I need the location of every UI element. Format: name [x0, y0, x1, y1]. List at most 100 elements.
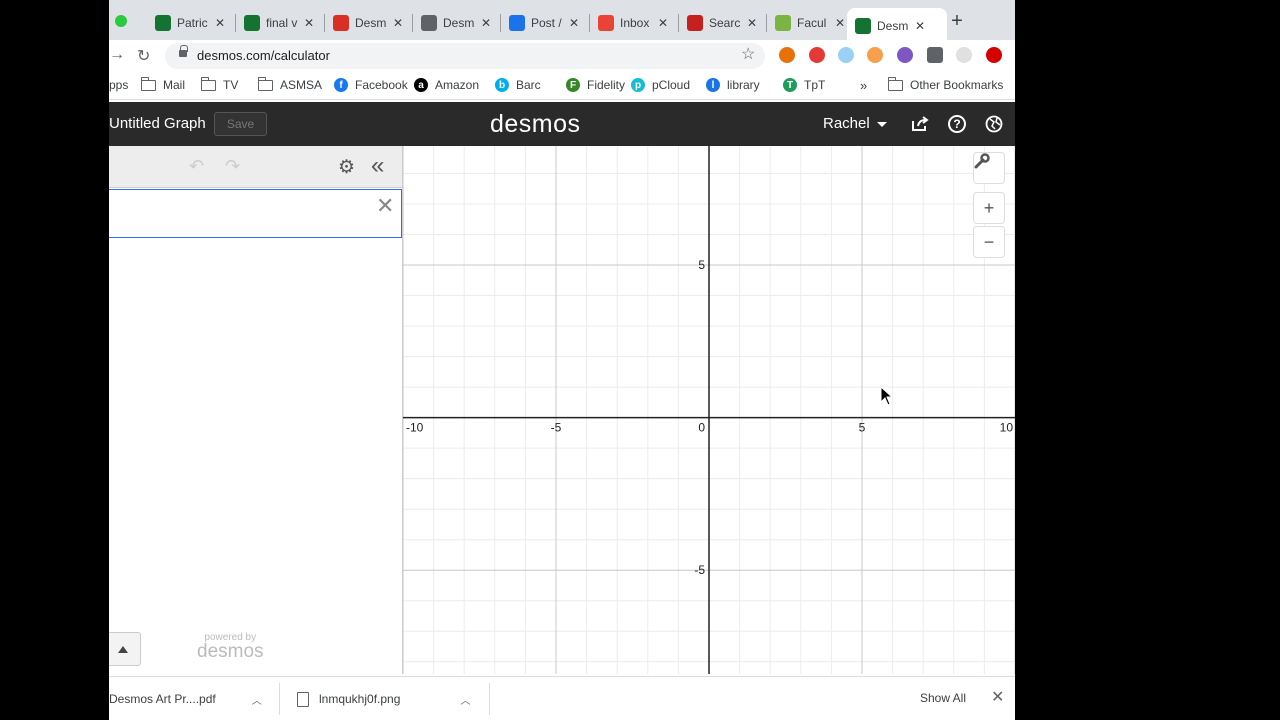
forward-arrow-icon[interactable]: →: [109, 46, 125, 64]
close-tab-icon[interactable]: ✕: [215, 16, 225, 30]
favicon-icon: [244, 15, 260, 31]
undo-icon[interactable]: ↶: [189, 156, 204, 177]
url-text[interactable]: desmos.com/calculator: [197, 48, 330, 63]
x-tick-label: 0: [698, 421, 705, 435]
browser-tab[interactable]: Inbox ✕: [590, 8, 676, 38]
close-tab-icon[interactable]: ✕: [658, 16, 668, 30]
desmos-header: Untitled Graph Save desmos Rachel ?: [109, 102, 1015, 146]
help-icon[interactable]: ?: [948, 115, 966, 133]
opera-extension-icon[interactable]: [809, 47, 825, 63]
download-item[interactable]: Desmos Art Pr....pdf ︿: [109, 677, 262, 720]
bookmark-item[interactable]: a Amazon: [414, 78, 479, 92]
tab-strip: Patric ✕ final v ✕ Desm ✕ Desm ✕ Post / ✕ Inbox ✕ Se…: [109, 0, 1015, 44]
favicon-icon: [598, 15, 614, 31]
chevron-up-icon[interactable]: ︿: [460, 692, 470, 707]
site-favicon-icon: F: [566, 78, 580, 92]
y-tick-label: -5: [694, 563, 705, 577]
bookmark-item[interactable]: ASMSA: [257, 76, 322, 92]
site-favicon-icon: l: [706, 78, 720, 92]
close-tab-icon[interactable]: ✕: [481, 16, 491, 30]
close-tab-icon[interactable]: ✕: [569, 16, 579, 30]
gear-icon[interactable]: ⚙: [338, 156, 355, 179]
folder-icon: [257, 76, 273, 91]
keypad-toggle-button[interactable]: [109, 632, 141, 666]
favicon-icon: [775, 15, 791, 31]
omnibox[interactable]: desmos.com/calculator: [165, 43, 765, 69]
user-menu[interactable]: Rachel: [823, 115, 887, 132]
window-zoom-button[interactable]: [115, 15, 127, 27]
browser-tab[interactable]: final v ✕: [236, 8, 322, 38]
graph-canvas[interactable]: -10 -5 0 5 10 5 -5: [403, 146, 1015, 674]
profile-avatar-icon[interactable]: [956, 47, 972, 63]
reload-icon[interactable]: ↻: [137, 46, 150, 66]
favicon-icon: [855, 18, 871, 34]
share-icon[interactable]: [910, 114, 930, 134]
close-tab-icon[interactable]: ✕: [835, 16, 845, 30]
lock-icon: [179, 45, 188, 59]
expression-input[interactable]: ✕: [109, 189, 402, 238]
bookmark-item[interactable]: T TpT: [783, 78, 825, 92]
folder-icon: [200, 76, 216, 91]
browser-tab[interactable]: Desm ✕: [847, 8, 947, 44]
globe-icon[interactable]: [984, 114, 1004, 134]
favicon-icon: [155, 15, 171, 31]
bookmark-item[interactable]: Mail: [140, 76, 185, 92]
x-tick-label: 10: [1000, 421, 1014, 435]
more-bookmarks-button[interactable]: »: [860, 78, 867, 93]
browser-tab[interactable]: Searc ✕: [679, 8, 765, 38]
browser-tab[interactable]: Desm ✕: [413, 8, 499, 38]
favicon-icon: [509, 15, 525, 31]
close-icon[interactable]: ✕: [991, 687, 1004, 707]
graph-paper[interactable]: -10 -5 0 5 10 5 -5 + −: [403, 146, 1015, 674]
zoom-in-button[interactable]: +: [973, 192, 1005, 224]
zoom-out-button[interactable]: −: [973, 226, 1005, 258]
collapse-panel-icon[interactable]: «: [371, 152, 384, 180]
wrench-icon[interactable]: [973, 152, 1005, 184]
extension-icon[interactable]: [897, 47, 913, 63]
browser-tab[interactable]: Facul ✕: [767, 8, 853, 38]
close-tab-icon[interactable]: ✕: [304, 16, 314, 30]
extension-icon[interactable]: [779, 47, 795, 63]
file-icon: [297, 691, 309, 707]
folder-icon: [887, 76, 903, 91]
close-icon[interactable]: ✕: [376, 193, 394, 219]
new-tab-button[interactable]: +: [947, 10, 967, 33]
bookmark-item[interactable]: F Fidelity: [566, 78, 625, 92]
bookmark-item[interactable]: f Facebook: [334, 78, 408, 92]
folder-icon: [140, 76, 156, 91]
bookmarks-bar: pps Mail TV ASMSA f Facebook a Amazon b Barc F Fide…: [109, 72, 1015, 100]
redo-icon[interactable]: ↷: [225, 156, 240, 177]
expression-toolbar: ↶ ↷ ⚙ «: [109, 146, 402, 188]
chevron-up-icon[interactable]: ︿: [252, 692, 262, 707]
browser-tab[interactable]: Patric ✕: [147, 8, 233, 38]
caret-down-icon: [876, 121, 887, 127]
download-item[interactable]: lnmqukhj0f.png ︿: [297, 677, 470, 720]
close-tab-icon[interactable]: ✕: [393, 16, 403, 30]
bookmark-star-icon[interactable]: ☆: [741, 44, 755, 64]
graph-title[interactable]: Untitled Graph: [109, 115, 206, 132]
browser-tab[interactable]: Post / ✕: [501, 8, 587, 38]
downloads-bar: Desmos Art Pr....pdf ︿ lnmqukhj0f.png ︿ …: [109, 676, 1015, 720]
bookmark-item[interactable]: p pCloud: [631, 78, 690, 92]
site-favicon-icon: b: [495, 78, 509, 92]
expression-panel: ↶ ↷ ⚙ « ✕ powered by desmos: [109, 146, 403, 674]
save-button[interactable]: Save: [214, 112, 267, 136]
y-tick-label: 5: [698, 258, 705, 272]
opera-icon[interactable]: [986, 47, 1002, 63]
site-favicon-icon: f: [334, 78, 348, 92]
site-favicon-icon: a: [414, 78, 428, 92]
bookmark-item[interactable]: TV: [200, 76, 238, 92]
x-tick-label: 5: [859, 421, 866, 435]
close-tab-icon[interactable]: ✕: [747, 16, 757, 30]
close-tab-icon[interactable]: ✕: [915, 19, 925, 33]
puzzle-extensions-icon[interactable]: [927, 47, 943, 63]
show-all-button[interactable]: Show All: [913, 686, 973, 710]
extension-icon[interactable]: [867, 47, 883, 63]
counter-extension-icon[interactable]: [838, 47, 854, 63]
browser-tab[interactable]: Desm ✕: [325, 8, 411, 38]
bookmark-item[interactable]: l library: [706, 78, 760, 92]
bookmark-item[interactable]: b Barc: [495, 78, 541, 92]
other-bookmarks-folder[interactable]: Other Bookmarks: [887, 76, 1003, 92]
x-tick-label: -10: [406, 421, 424, 435]
bookmark-item[interactable]: pps: [109, 78, 128, 92]
